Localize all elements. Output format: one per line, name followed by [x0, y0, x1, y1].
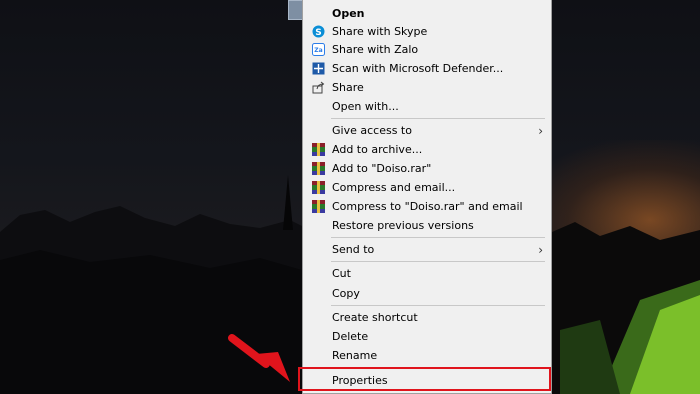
- menu-item-send-to[interactable]: Send to ›: [303, 240, 551, 259]
- menu-item-give-access[interactable]: Give access to ›: [303, 121, 551, 140]
- menu-separator: [331, 261, 545, 262]
- menu-item-label: Compress to "Doiso.rar" and email: [332, 200, 523, 213]
- menu-item-copy[interactable]: Copy: [303, 284, 551, 303]
- menu-item-delete[interactable]: Delete: [303, 327, 551, 346]
- winrar-icon: [311, 181, 325, 195]
- menu-item-label: Cut: [332, 267, 351, 280]
- winrar-icon: [311, 162, 325, 176]
- menu-item-label: Copy: [332, 287, 360, 300]
- winrar-icon: [311, 200, 325, 214]
- menu-item-scan-defender[interactable]: Scan with Microsoft Defender...: [303, 59, 551, 78]
- menu-item-share-zalo[interactable]: Za Share with Zalo: [303, 40, 551, 59]
- menu-item-label: Add to "Doiso.rar": [332, 162, 432, 175]
- menu-item-label: Compress and email...: [332, 181, 456, 194]
- zalo-icon: Za: [311, 43, 325, 57]
- menu-separator: [331, 118, 545, 119]
- menu-item-label: Open with...: [332, 100, 399, 113]
- menu-item-open[interactable]: Open: [303, 4, 551, 23]
- defender-icon: [311, 62, 325, 76]
- chevron-right-icon: ›: [538, 242, 543, 257]
- menu-item-label: Create shortcut: [332, 311, 418, 324]
- menu-item-add-to-rar[interactable]: Add to "Doiso.rar": [303, 159, 551, 178]
- menu-item-restore-versions[interactable]: Restore previous versions: [303, 216, 551, 235]
- menu-item-label: Add to archive...: [332, 143, 423, 156]
- menu-item-create-shortcut[interactable]: Create shortcut: [303, 308, 551, 327]
- menu-item-share-skype[interactable]: S Share with Skype: [303, 22, 551, 41]
- menu-item-label: Restore previous versions: [332, 219, 474, 232]
- share-icon: [311, 81, 325, 95]
- skype-icon: S: [311, 25, 325, 39]
- menu-item-rename[interactable]: Rename: [303, 346, 551, 365]
- menu-item-label: Delete: [332, 330, 369, 343]
- menu-item-compress-to-rar-email[interactable]: Compress to "Doiso.rar" and email: [303, 197, 551, 216]
- menu-item-label: Rename: [332, 349, 378, 362]
- menu-item-label: Share with Zalo: [332, 43, 419, 56]
- menu-item-add-archive[interactable]: Add to archive...: [303, 140, 551, 159]
- chevron-right-icon: ›: [538, 123, 543, 138]
- red-pointer-arrow-icon: [228, 334, 290, 382]
- menu-item-label: Share: [332, 81, 364, 94]
- winrar-icon: [311, 143, 325, 157]
- svg-text:S: S: [315, 28, 321, 38]
- svg-text:Za: Za: [314, 47, 322, 54]
- menu-separator: [331, 305, 545, 306]
- menu-item-share[interactable]: Share: [303, 78, 551, 97]
- menu-item-label: Send to: [332, 243, 375, 256]
- menu-item-compress-email[interactable]: Compress and email...: [303, 178, 551, 197]
- menu-item-label: Scan with Microsoft Defender...: [332, 62, 504, 75]
- context-menu: Open S Share with Skype Za Share with Za…: [302, 0, 552, 394]
- menu-separator: [331, 237, 545, 238]
- menu-item-cut[interactable]: Cut: [303, 264, 551, 283]
- menu-item-label: Share with Skype: [332, 25, 428, 38]
- menu-item-label: Open: [332, 7, 365, 20]
- menu-item-label: Give access to: [332, 124, 412, 137]
- properties-highlight-box: [298, 367, 551, 391]
- menu-item-open-with[interactable]: Open with...: [303, 97, 551, 116]
